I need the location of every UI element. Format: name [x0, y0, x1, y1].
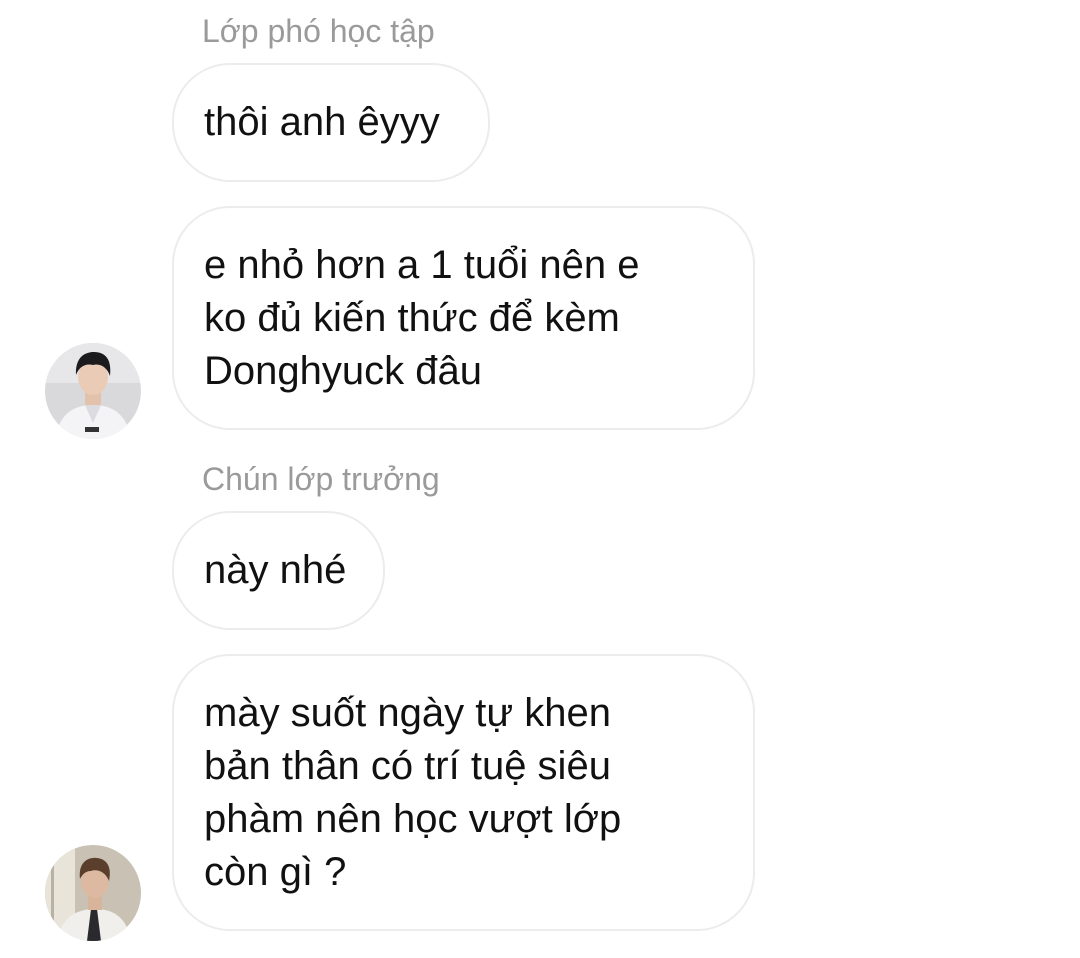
message-text: mày suốt ngày tự khen bản thân có trí tu… [204, 687, 621, 899]
sender-avatar[interactable] [45, 845, 141, 941]
message-text: này nhé [204, 544, 346, 597]
message-bubble[interactable]: e nhỏ hơn a 1 tuổi nên e ko đủ kiến thức… [172, 206, 755, 430]
person-avatar-icon [45, 845, 141, 941]
message-line: còn gì ? [204, 849, 347, 894]
sender-name-chun-lop-truong: Chún lớp trưởng [202, 461, 440, 497]
message-line: bản thân có trí tuệ siêu [204, 743, 611, 788]
message-line: e nhỏ hơn a 1 tuổi nên e [204, 242, 640, 287]
message-line: này nhé [204, 548, 347, 592]
message-line: ko đủ kiến thức để kèm [204, 295, 620, 340]
message-line: Donghyuck đâu [204, 348, 482, 393]
message-line: thôi anh êyyy [204, 100, 440, 144]
sender-avatar[interactable] [45, 343, 141, 439]
person-avatar-icon [45, 343, 141, 439]
sender-name-lop-pho-hoc-tap: Lớp phó học tập [202, 13, 435, 49]
message-bubble[interactable]: mày suốt ngày tự khen bản thân có trí tu… [172, 654, 755, 931]
message-line: mày suốt ngày tự khen [204, 690, 611, 735]
message-text: e nhỏ hơn a 1 tuổi nên e ko đủ kiến thức… [204, 239, 639, 398]
message-text: thôi anh êyyy [204, 96, 440, 149]
message-bubble[interactable]: thôi anh êyyy [172, 63, 490, 182]
message-bubble[interactable]: này nhé [172, 511, 385, 630]
message-line: phàm nên học vượt lớp [204, 796, 622, 841]
